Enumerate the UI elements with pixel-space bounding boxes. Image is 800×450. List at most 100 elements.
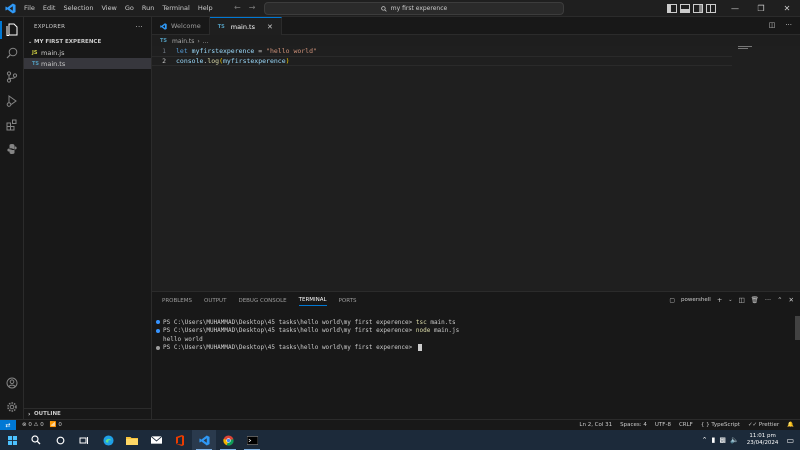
account-icon[interactable]	[5, 376, 19, 390]
menu-file[interactable]: File	[20, 4, 39, 12]
remote-indicator-icon[interactable]: ⇄	[0, 419, 16, 431]
terminal-prompt: PS C:\Users\MUHAMMAD\Desktop\45 tasks\he…	[163, 327, 416, 335]
settings-gear-icon[interactable]	[5, 400, 19, 414]
terminal-shell-name[interactable]: powershell	[681, 297, 711, 303]
typescript-file-icon: TS	[217, 23, 225, 30]
bottom-panel: PROBLEMS OUTPUT DEBUG CONSOLE TERMINAL P…	[152, 291, 800, 419]
warning-count: 0	[40, 422, 44, 428]
language-mode[interactable]: { } TypeScript	[701, 422, 740, 428]
tab-output[interactable]: OUTPUT	[204, 298, 226, 304]
notifications-bell-icon[interactable]: 🔔	[787, 422, 794, 428]
breadcrumb-symbol[interactable]: ...	[203, 38, 209, 45]
typescript-file-icon: TS	[160, 38, 168, 44]
code-editor[interactable]: 1 let myfirstexperence = "hello world" 2…	[152, 46, 800, 291]
more-actions-icon[interactable]: ···	[135, 23, 143, 31]
code-line-1: 1 let myfirstexperence = "hello world"	[152, 46, 800, 56]
chevron-right-icon: ›	[197, 37, 200, 45]
indentation[interactable]: Spaces: 4	[620, 422, 647, 428]
close-tab-icon[interactable]: ✕	[267, 23, 273, 31]
clock[interactable]: 11:01 pm 23/04/2024	[743, 433, 783, 447]
source-control-icon[interactable]	[5, 70, 19, 84]
back-arrow-icon[interactable]: ←	[234, 3, 241, 12]
terminal-command: node	[415, 327, 431, 335]
maximize-panel-icon[interactable]: ⌃	[777, 296, 782, 304]
minimize-button[interactable]: —	[722, 0, 748, 17]
tab-main-ts[interactable]: TS main.ts ✕	[209, 17, 282, 35]
menu-view[interactable]: View	[97, 4, 120, 12]
volume-icon[interactable]: 🔈	[730, 436, 739, 444]
minimap[interactable]	[738, 46, 752, 50]
terminal-taskbar-icon[interactable]	[240, 430, 264, 450]
terminal-command: tsc	[415, 318, 427, 326]
explorer-files-icon[interactable]	[5, 22, 19, 36]
file-explorer-icon[interactable]	[120, 430, 144, 450]
cortana-icon[interactable]	[48, 430, 72, 450]
tab-label: main.ts	[230, 22, 255, 31]
edge-browser-icon[interactable]	[96, 430, 120, 450]
mail-icon[interactable]	[144, 430, 168, 450]
notification-center-icon[interactable]: ▭	[786, 436, 794, 445]
more-actions-icon[interactable]: ···	[785, 21, 792, 29]
close-panel-icon[interactable]: ✕	[789, 296, 794, 304]
menu-selection[interactable]: Selection	[59, 4, 97, 12]
file-name: main.js	[41, 48, 65, 57]
battery-icon[interactable]: ▮	[712, 436, 716, 444]
chrome-browser-icon[interactable]	[216, 430, 240, 450]
toggle-sidebar-icon[interactable]	[667, 4, 677, 13]
toggle-secondary-sidebar-icon[interactable]	[693, 4, 703, 13]
ports-status[interactable]: 📶 0	[50, 422, 62, 428]
chevron-up-icon[interactable]: ⌃	[702, 436, 708, 444]
more-actions-icon[interactable]: ···	[765, 296, 771, 304]
tab-problems[interactable]: PROBLEMS	[162, 298, 192, 304]
run-debug-icon[interactable]	[5, 94, 19, 108]
cursor-position[interactable]: Ln 2, Col 31	[579, 422, 612, 428]
vscode-taskbar-icon[interactable]	[192, 430, 216, 450]
outline-section[interactable]: › OUTLINE	[24, 408, 152, 419]
encoding[interactable]: UTF-8	[655, 422, 671, 428]
restore-button[interactable]: ❐	[748, 0, 774, 17]
folder-header[interactable]: ⌄ MY FIRST EXPERENCE	[24, 37, 151, 47]
tab-welcome[interactable]: Welcome	[152, 17, 210, 35]
system-tray: ⌃ ▮ ▩ 🔈 11:01 pm 23/04/2024 ▭	[702, 430, 800, 450]
customize-layout-icon[interactable]	[706, 4, 716, 13]
function-token: log	[207, 57, 220, 65]
close-window-button[interactable]: ✕	[774, 0, 800, 17]
object-token: console	[176, 57, 204, 65]
tab-ports[interactable]: PORTS	[339, 298, 357, 304]
file-main-js[interactable]: JS main.js	[24, 47, 151, 58]
network-icon[interactable]: ▩	[719, 436, 726, 444]
explorer-title: EXPLORER	[34, 24, 66, 30]
end-of-line[interactable]: CRLF	[679, 422, 693, 428]
file-main-ts[interactable]: TS main.ts	[24, 58, 151, 69]
windows-start-icon[interactable]	[0, 430, 24, 450]
menu-run[interactable]: Run	[138, 4, 158, 12]
command-center-search[interactable]: my first experence	[264, 2, 564, 15]
chevron-down-icon[interactable]: ⌄	[728, 297, 732, 303]
terminal-output[interactable]: PS C:\Users\MUHAMMAD\Desktop\45 tasks\he…	[152, 310, 800, 352]
forward-arrow-icon[interactable]: →	[249, 3, 256, 12]
extensions-icon[interactable]	[5, 118, 19, 132]
search-icon[interactable]	[24, 430, 48, 450]
split-editor-icon[interactable]: ◫	[769, 21, 776, 29]
menu-terminal[interactable]: Terminal	[158, 4, 193, 12]
prettier-status[interactable]: ✓✓ Prettier	[748, 422, 779, 428]
new-terminal-icon[interactable]: +	[717, 296, 722, 304]
python-icon[interactable]	[5, 142, 19, 156]
tab-terminal[interactable]: TERMINAL	[298, 297, 327, 306]
terminal-scrollbar[interactable]	[795, 316, 800, 340]
toggle-panel-icon[interactable]	[680, 4, 690, 13]
problems-status[interactable]: ⊗ 0 ⚠ 0	[22, 422, 44, 428]
breadcrumb-file[interactable]: main.ts	[172, 38, 194, 45]
search-icon[interactable]	[5, 46, 19, 60]
kill-terminal-icon[interactable]: 🗑	[751, 296, 759, 304]
split-terminal-icon[interactable]: ◫	[738, 296, 744, 304]
menu-go[interactable]: Go	[121, 4, 138, 12]
menu-help[interactable]: Help	[194, 4, 217, 12]
folder-name: MY FIRST EXPERENCE	[34, 39, 102, 45]
tab-debug-console[interactable]: DEBUG CONSOLE	[238, 298, 286, 304]
menu-edit[interactable]: Edit	[39, 4, 60, 12]
tab-label: Welcome	[171, 22, 201, 30]
task-view-icon[interactable]	[72, 430, 96, 450]
file-name: main.ts	[41, 59, 66, 68]
office-icon[interactable]	[168, 430, 192, 450]
